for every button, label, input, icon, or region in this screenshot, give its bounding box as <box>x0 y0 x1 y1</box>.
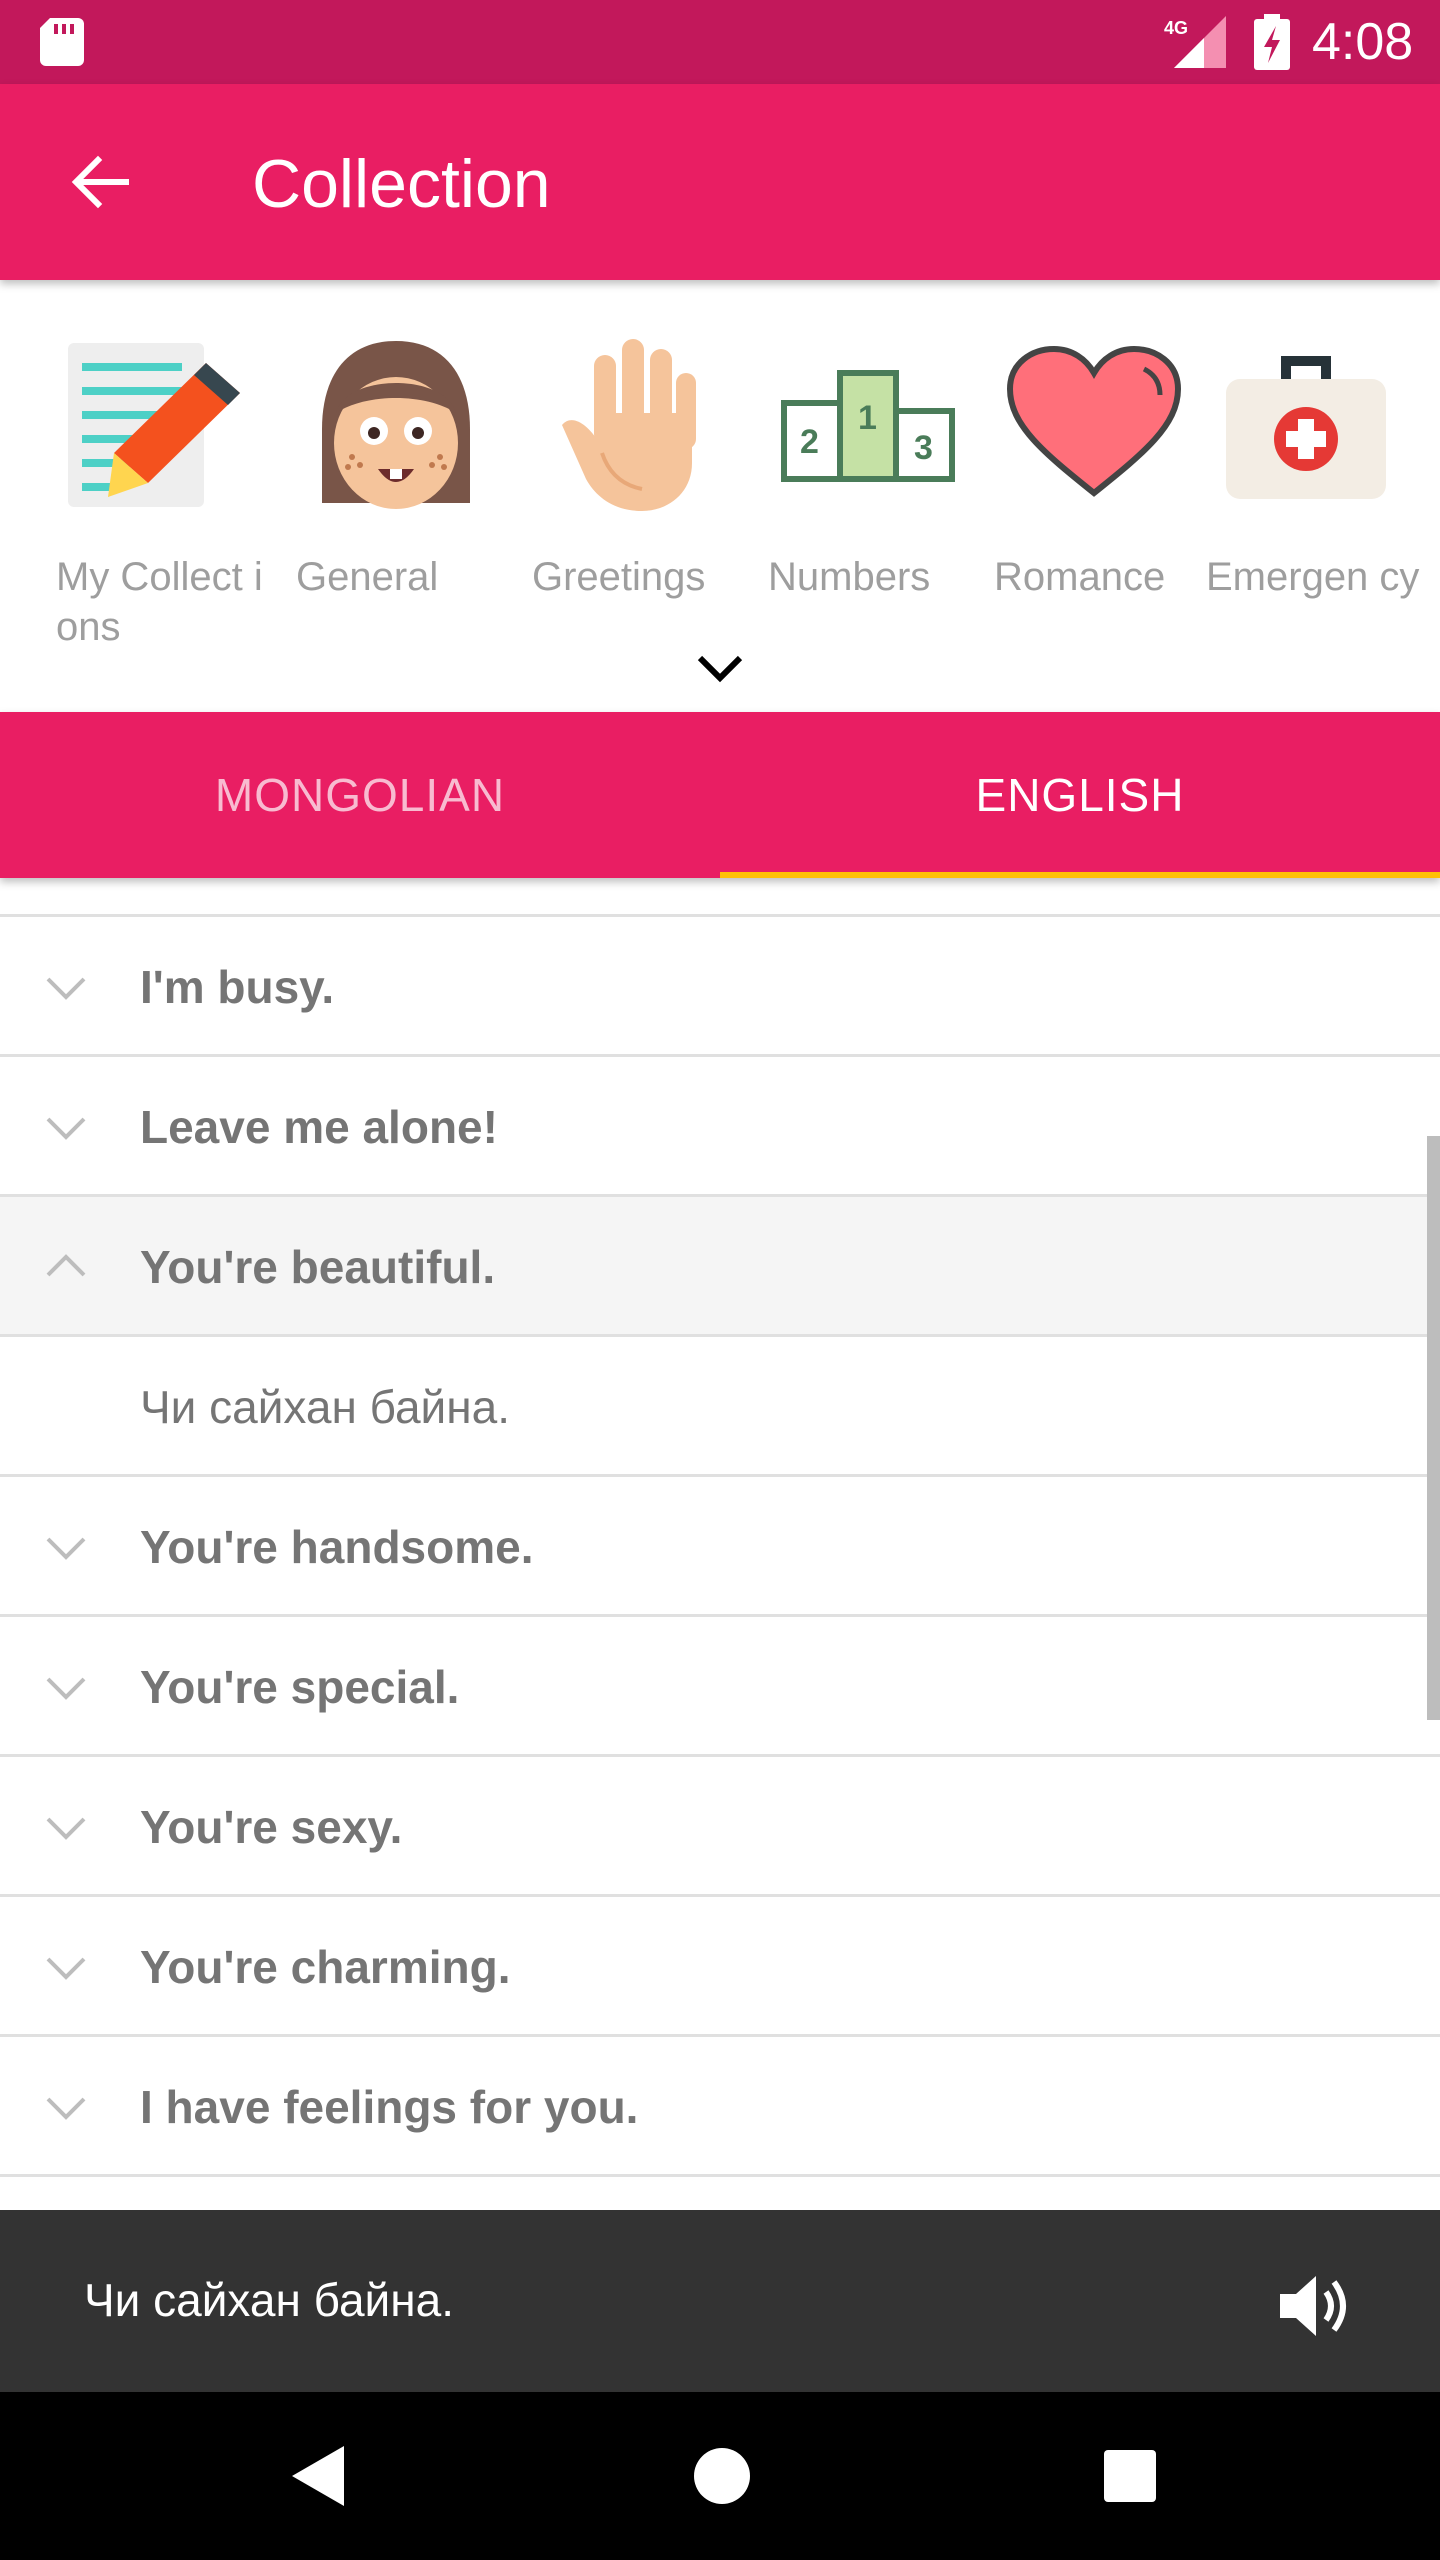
category-strip: My Collect ions General Greetings 2 1 3 … <box>0 280 1440 712</box>
audio-player-bar: Чи сайхан байна. <box>0 2210 1440 2392</box>
clock: 4:08 <box>1312 13 1414 71</box>
translation-text: Чи сайхан байна. <box>140 1381 510 1433</box>
heart-icon <box>1006 345 1182 497</box>
svg-text:3: 3 <box>914 429 933 467</box>
category-general[interactable]: General <box>296 328 516 648</box>
phrase-text: You're beautiful. <box>140 1241 496 1293</box>
chevron-down-icon <box>46 1817 86 1840</box>
notepad-pencil-icon <box>68 343 240 507</box>
system-navigation-bar <box>0 2392 1440 2560</box>
category-greetings[interactable]: Greetings <box>532 328 752 648</box>
category-label: Emergen cy <box>1206 555 1420 599</box>
phrase-text: I'm busy. <box>140 961 335 1013</box>
tab-mongolian[interactable]: MONGOLIAN <box>0 712 720 878</box>
category-my-collections[interactable]: My Collect ions <box>56 328 276 649</box>
battery-charging-icon <box>1254 14 1290 70</box>
back-button[interactable] <box>52 134 148 230</box>
category-label: General <box>296 555 439 599</box>
svg-text:1: 1 <box>858 399 877 437</box>
category-label: Greetings <box>532 555 706 599</box>
phrase-row[interactable]: Leave me alone! <box>0 1057 1440 1197</box>
first-aid-kit-icon <box>1226 356 1386 499</box>
network-type-label: 4G <box>1164 18 1188 38</box>
speaker-icon[interactable] <box>1272 2266 1352 2346</box>
phrase-text: You're sexy. <box>140 1801 403 1853</box>
app-bar: Collection <box>0 84 1440 280</box>
category-label: My Collect ions <box>56 555 263 649</box>
language-tabs: MONGOLIAN ENGLISH <box>0 712 1440 878</box>
arrow-back-icon <box>71 155 129 209</box>
sd-card-icon <box>40 18 84 66</box>
player-phrase-text: Чи сайхан байна. <box>84 2274 454 2326</box>
chevron-up-icon <box>46 1254 86 1277</box>
expand-categories-chevron-icon[interactable] <box>690 646 750 690</box>
chevron-down-icon <box>46 1537 86 1560</box>
phrase-row[interactable]: I'm busy. <box>0 917 1440 1057</box>
page-title: Collection <box>252 146 551 222</box>
phrase-row-expanded[interactable]: You're beautiful. <box>0 1197 1440 1337</box>
tab-selected-indicator <box>720 872 1440 878</box>
translation-row[interactable]: Чи сайхан байна. <box>0 1337 1440 1477</box>
status-bar: 4G 4:08 <box>0 0 1440 84</box>
tab-english[interactable]: ENGLISH <box>720 712 1440 878</box>
waving-hand-icon <box>562 339 696 511</box>
nav-back-icon[interactable] <box>284 2436 364 2516</box>
nav-home-icon[interactable] <box>682 2436 762 2516</box>
phrase-text: I have feelings for you. <box>140 2081 639 2133</box>
category-label: Romance <box>994 555 1166 599</box>
phrase-list[interactable]: I'm busy. Leave me alone! You're beautif… <box>0 878 1440 2210</box>
category-numbers[interactable]: 2 1 3 Numbers <box>768 328 988 648</box>
chevron-down-icon <box>46 1957 86 1980</box>
chevron-down-icon <box>46 2097 86 2120</box>
girl-face-icon <box>322 341 470 509</box>
phrase-row[interactable]: You're charming. <box>0 1897 1440 2037</box>
phrase-text: You're charming. <box>140 1941 511 1993</box>
phrase-text: Leave me alone! <box>140 1101 498 1153</box>
phrase-row[interactable]: I have feelings for you. <box>0 2037 1440 2177</box>
svg-text:2: 2 <box>800 423 819 461</box>
phrase-row[interactable]: You're sexy. <box>0 1757 1440 1897</box>
category-romance[interactable]: Romance <box>994 328 1214 648</box>
phrase-text: You're handsome. <box>140 1521 534 1573</box>
podium-icon: 2 1 3 <box>781 370 955 482</box>
nav-recents-icon[interactable] <box>1090 2436 1170 2516</box>
phrase-row[interactable]: You're handsome. <box>0 1477 1440 1617</box>
scrollbar-thumb[interactable] <box>1427 1136 1440 1720</box>
category-emergency[interactable]: Emergen cy <box>1206 328 1426 648</box>
phrase-text: You're special. <box>140 1661 460 1713</box>
chevron-down-icon <box>46 977 86 1000</box>
chevron-down-icon <box>46 1677 86 1700</box>
category-label: Numbers <box>768 555 931 599</box>
phrase-row[interactable]: You're special. <box>0 1617 1440 1757</box>
signal-4g-icon: 4G <box>1164 16 1226 68</box>
chevron-down-icon <box>46 1117 86 1140</box>
